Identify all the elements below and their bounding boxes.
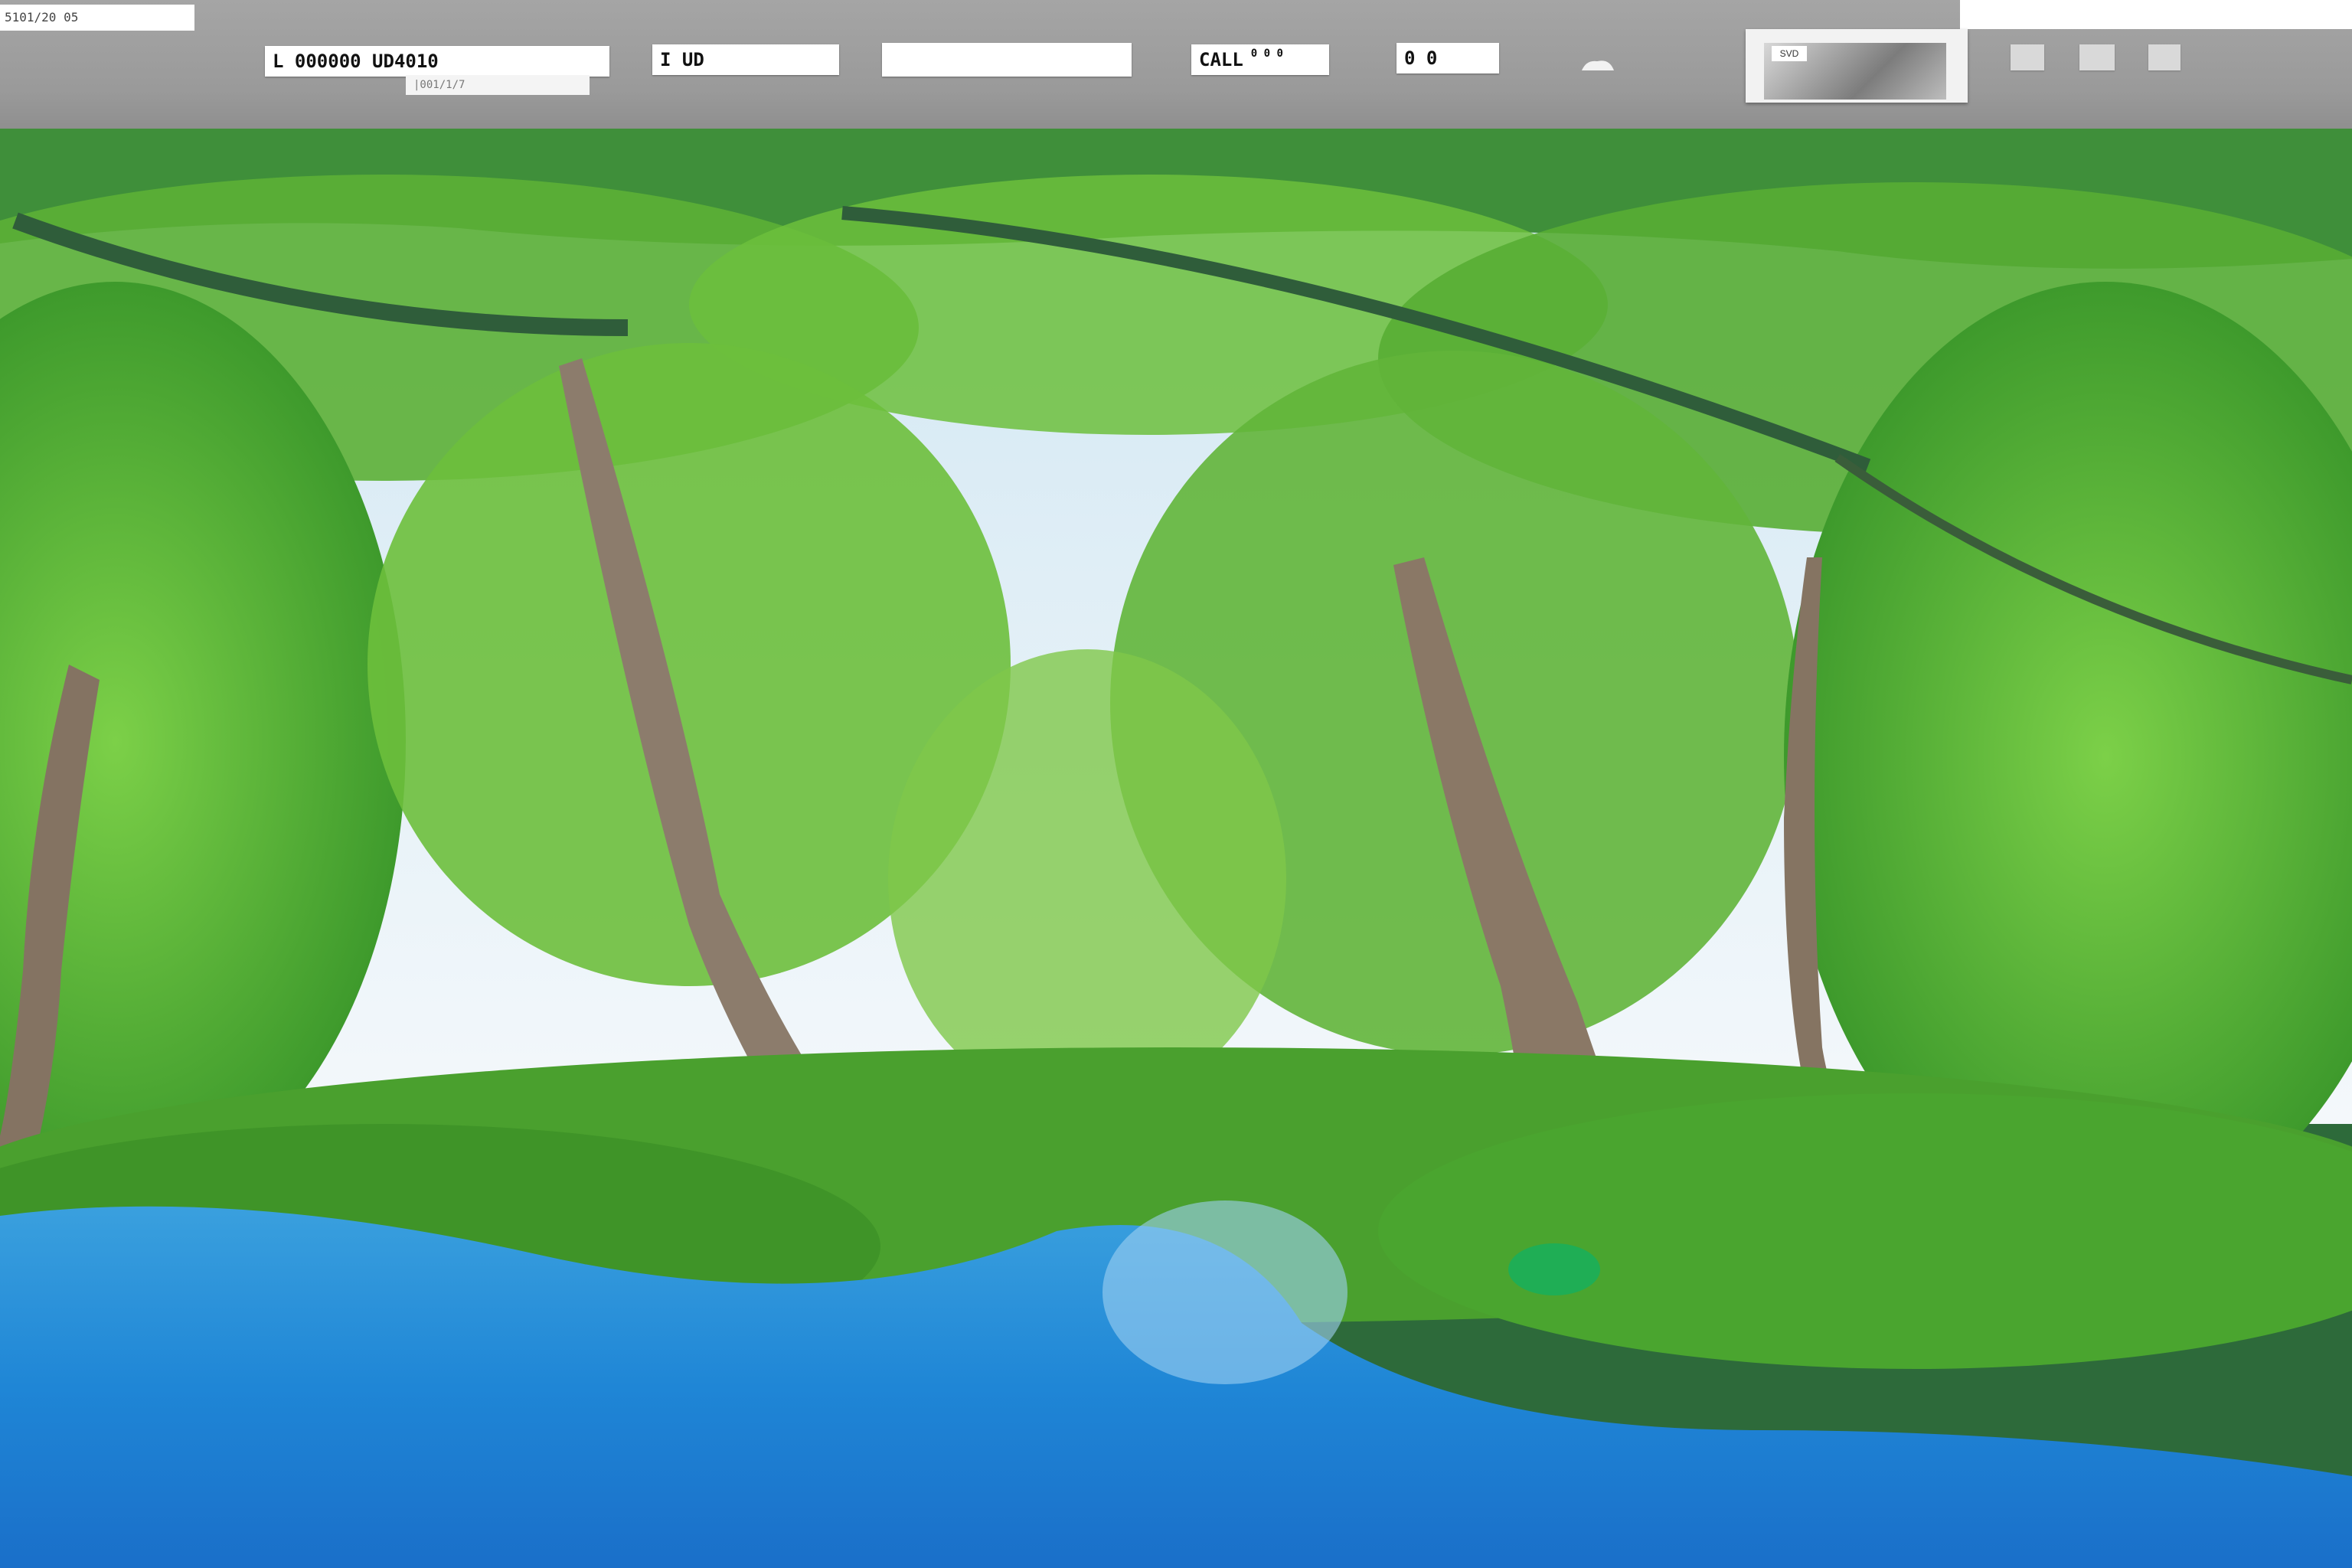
top-toolbar: 5101/20 05 L 000000 UD4010 |001/1/7 I UD… [0,0,2352,129]
field-c[interactable] [882,43,1132,77]
cloud-icon[interactable] [1579,55,1617,74]
field-d[interactable]: CALL 0 0 0 [1191,44,1329,75]
field-e-text: 0 0 [1404,47,1438,69]
field-b-text: I UD [660,49,704,70]
preview-tag: SVD [1772,46,1807,61]
coordinates-field[interactable]: L 000000 UD4010 [265,46,609,77]
field-d-text: CALL [1199,49,1243,70]
field-e[interactable]: 0 0 [1396,43,1499,74]
view-button-3[interactable] [2148,44,2180,70]
forest-panorama-image [0,129,2352,1568]
field-b[interactable]: I UD [652,44,839,75]
forest-panorama[interactable] [0,129,2352,1568]
coordinates-field-text: L 000000 UD4010 [273,51,439,72]
view-button-1[interactable] [2011,44,2044,70]
view-button-2[interactable] [2079,44,2115,70]
corner-label: 5101/20 05 [0,5,194,31]
field-c-text [882,47,897,69]
field-d-suffix: 0 0 0 [1250,47,1283,60]
top-right-bar [1960,0,2352,29]
coordinates-sublabel: |001/1/7 [406,75,590,95]
preview-panel[interactable]: SVD [1746,29,1968,103]
